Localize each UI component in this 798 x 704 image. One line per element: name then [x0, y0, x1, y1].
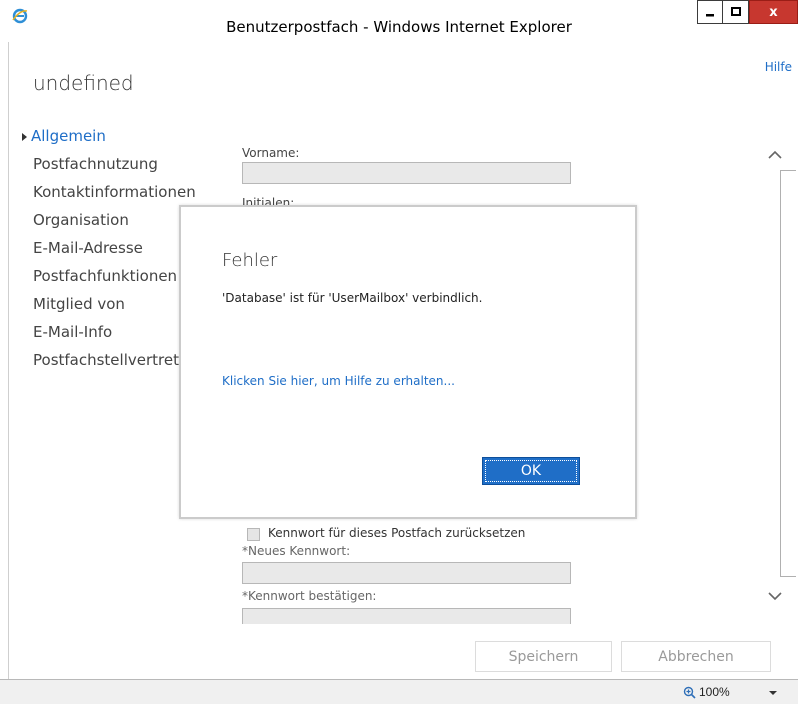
zoom-level: 100%	[699, 685, 730, 699]
scroll-down-icon[interactable]	[766, 587, 784, 605]
help-link[interactable]: Hilfe	[765, 60, 792, 74]
window-title: Benutzerpostfach - Windows Internet Expl…	[226, 18, 572, 36]
save-button[interactable]: Speichern	[475, 641, 612, 672]
dialog-help-link[interactable]: Klicken Sie hier, um Hilfe zu erhalten..…	[222, 374, 455, 388]
nav-item-postfachnutzung[interactable]: Postfachnutzung	[33, 155, 158, 173]
minimize-button[interactable]	[697, 0, 723, 24]
confirm-password-field[interactable]	[242, 608, 571, 624]
new-password-label: *Neues Kennwort:	[242, 544, 351, 558]
error-dialog: Fehler 'Database' ist für 'UserMailbox' …	[179, 205, 637, 519]
confirm-password-label: *Kennwort bestätigen:	[242, 589, 377, 603]
nav-item-mitglied-von[interactable]: Mitglied von	[33, 295, 125, 313]
vorname-field[interactable]	[242, 162, 571, 184]
nav-item-kontaktinformationen[interactable]: Kontaktinformationen	[33, 183, 196, 201]
close-button[interactable]: x	[749, 0, 798, 24]
maximize-button[interactable]	[723, 0, 749, 24]
scrollbar-thumb[interactable]	[780, 170, 796, 577]
ok-button[interactable]: OK	[482, 457, 580, 485]
nav-item-organisation[interactable]: Organisation	[33, 211, 129, 229]
status-bar: 100%	[0, 679, 798, 704]
zoom-control[interactable]: 100%	[683, 685, 730, 699]
reset-password-checkbox[interactable]	[247, 528, 260, 541]
page-title: undefined	[33, 71, 134, 95]
zoom-icon	[683, 686, 696, 699]
reset-password-label: Kennwort für dieses Postfach zurücksetze…	[268, 526, 526, 540]
minimize-icon	[706, 14, 714, 17]
close-icon: x	[769, 4, 778, 20]
nav-active-arrow-icon	[22, 133, 27, 141]
nav-item-postfachfunktionen[interactable]: Postfachfunktionen	[33, 267, 177, 285]
nav-item-email-info[interactable]: E-Mail-Info	[33, 323, 112, 341]
scroll-up-icon[interactable]	[766, 146, 784, 164]
vorname-label: Vorname:	[242, 146, 300, 160]
window-titlebar: Benutzerpostfach - Windows Internet Expl…	[0, 0, 798, 43]
nav-item-email-adresse[interactable]: E-Mail-Adresse	[33, 239, 143, 257]
new-password-field[interactable]	[242, 562, 571, 584]
maximize-icon	[730, 7, 741, 16]
nav-item-allgemein[interactable]: Allgemein	[31, 127, 106, 145]
cancel-button[interactable]: Abbrechen	[621, 641, 771, 672]
zoom-dropdown-icon[interactable]	[769, 691, 777, 695]
dialog-title: Fehler	[222, 250, 278, 271]
nav-item-postfachstellvertretung[interactable]: Postfachstellvertretur	[33, 351, 195, 369]
dialog-message: 'Database' ist für 'UserMailbox' verbind…	[222, 291, 483, 305]
window-frame-left	[0, 42, 9, 679]
